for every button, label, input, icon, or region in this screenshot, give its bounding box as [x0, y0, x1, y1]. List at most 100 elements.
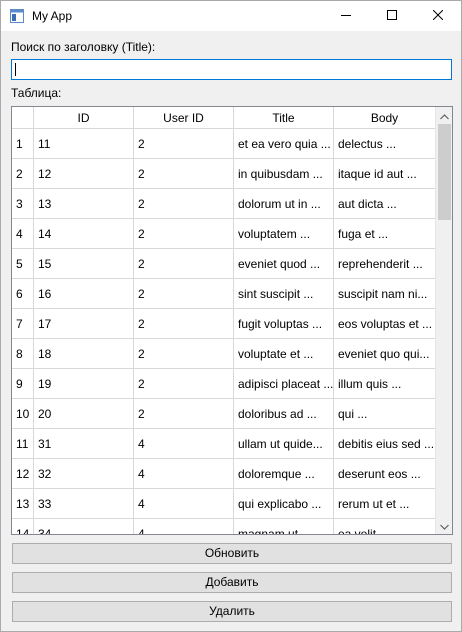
column-header-user-id[interactable]: User ID	[134, 107, 234, 129]
scrollbar-thumb[interactable]	[438, 124, 451, 220]
cell-body[interactable]: illum quis ...	[334, 369, 435, 399]
cell-id[interactable]: 18	[34, 339, 134, 369]
row-number-header[interactable]: 2	[12, 159, 34, 189]
vertical-scrollbar[interactable]	[435, 107, 452, 534]
cell-id[interactable]: 11	[34, 129, 134, 159]
scroll-up-button[interactable]	[436, 107, 452, 124]
table-row[interactable]: 12 32 4 doloremque ... deserunt eos ...	[12, 459, 435, 489]
row-number-header[interactable]: 4	[12, 219, 34, 249]
row-number-header[interactable]: 9	[12, 369, 34, 399]
minimize-button[interactable]	[323, 1, 369, 31]
cell-body[interactable]: reprehenderit ...	[334, 249, 435, 279]
cell-body[interactable]: deserunt eos ...	[334, 459, 435, 489]
row-number-header[interactable]: 3	[12, 189, 34, 219]
cell-title[interactable]: sint suscipit ...	[234, 279, 334, 309]
cell-title[interactable]: voluptate et ...	[234, 339, 334, 369]
column-header-title[interactable]: Title	[234, 107, 334, 129]
table-row[interactable]: 1 11 2 et ea vero quia ... delectus ...	[12, 129, 435, 159]
cell-body[interactable]: qui ...	[334, 399, 435, 429]
table-row[interactable]: 10 20 2 doloribus ad ... qui ...	[12, 399, 435, 429]
table-row[interactable]: 14 34 4 magnam ut ... ea velit ...	[12, 519, 435, 534]
cell-user-id[interactable]: 2	[134, 219, 234, 249]
maximize-button[interactable]	[369, 1, 415, 31]
row-number-header[interactable]: 13	[12, 489, 34, 519]
row-number-header[interactable]: 10	[12, 399, 34, 429]
cell-title[interactable]: in quibusdam ...	[234, 159, 334, 189]
cell-id[interactable]: 14	[34, 219, 134, 249]
table-row[interactable]: 13 33 4 qui explicabo ... rerum ut et ...	[12, 489, 435, 519]
cell-id[interactable]: 12	[34, 159, 134, 189]
cell-title[interactable]: fugit voluptas ...	[234, 309, 334, 339]
cell-user-id[interactable]: 2	[134, 249, 234, 279]
add-button[interactable]: Добавить	[12, 572, 452, 593]
cell-title[interactable]: magnam ut ...	[234, 519, 334, 534]
column-header-id[interactable]: ID	[34, 107, 134, 129]
cell-user-id[interactable]: 2	[134, 399, 234, 429]
cell-user-id[interactable]: 2	[134, 189, 234, 219]
cell-id[interactable]: 20	[34, 399, 134, 429]
cell-user-id[interactable]: 4	[134, 519, 234, 534]
cell-id[interactable]: 33	[34, 489, 134, 519]
cell-id[interactable]: 13	[34, 189, 134, 219]
row-number-header[interactable]: 11	[12, 429, 34, 459]
table-row[interactable]: 9 19 2 adipisci placeat ... illum quis ...	[12, 369, 435, 399]
cell-title[interactable]: dolorum ut in ...	[234, 189, 334, 219]
table-row[interactable]: 5 15 2 eveniet quod ... reprehenderit ...	[12, 249, 435, 279]
cell-body[interactable]: itaque id aut ...	[334, 159, 435, 189]
cell-title[interactable]: et ea vero quia ...	[234, 129, 334, 159]
row-number-header[interactable]: 6	[12, 279, 34, 309]
cell-title[interactable]: doloribus ad ...	[234, 399, 334, 429]
refresh-button[interactable]: Обновить	[12, 543, 452, 564]
posts-table[interactable]: ID User ID Title Body 1 11 2 et ea vero qui…	[11, 106, 453, 535]
title-bar[interactable]: My App	[1, 1, 461, 31]
cell-user-id[interactable]: 2	[134, 159, 234, 189]
cell-body[interactable]: delectus ...	[334, 129, 435, 159]
cell-title[interactable]: voluptatem ...	[234, 219, 334, 249]
cell-user-id[interactable]: 2	[134, 279, 234, 309]
cell-title[interactable]: ullam ut quide...	[234, 429, 334, 459]
row-number-header[interactable]: 12	[12, 459, 34, 489]
cell-user-id[interactable]: 2	[134, 369, 234, 399]
table-row[interactable]: 7 17 2 fugit voluptas ... eos voluptas et ..…	[12, 309, 435, 339]
delete-button[interactable]: Удалить	[12, 601, 452, 622]
cell-body[interactable]: eos voluptas et ...	[334, 309, 435, 339]
cell-body[interactable]: rerum ut et ...	[334, 489, 435, 519]
cell-user-id[interactable]: 4	[134, 489, 234, 519]
row-number-header[interactable]: 7	[12, 309, 34, 339]
cell-body[interactable]: suscipit nam ni...	[334, 279, 435, 309]
table-row[interactable]: 2 12 2 in quibusdam ... itaque id aut ...	[12, 159, 435, 189]
table-corner-button[interactable]	[12, 107, 34, 129]
cell-body[interactable]: debitis eius sed ...	[334, 429, 435, 459]
cell-title[interactable]: qui explicabo ...	[234, 489, 334, 519]
close-button[interactable]	[415, 1, 461, 31]
column-header-body[interactable]: Body	[334, 107, 435, 129]
table-row[interactable]: 6 16 2 sint suscipit ... suscipit nam ni...	[12, 279, 435, 309]
cell-user-id[interactable]: 4	[134, 459, 234, 489]
cell-id[interactable]: 31	[34, 429, 134, 459]
row-number-header[interactable]: 1	[12, 129, 34, 159]
cell-id[interactable]: 17	[34, 309, 134, 339]
table-row[interactable]: 11 31 4 ullam ut quide... debitis eius sed .…	[12, 429, 435, 459]
row-number-header[interactable]: 8	[12, 339, 34, 369]
scroll-down-button[interactable]	[436, 517, 452, 534]
row-number-header[interactable]: 5	[12, 249, 34, 279]
cell-title[interactable]: doloremque ...	[234, 459, 334, 489]
search-input[interactable]	[11, 59, 452, 80]
cell-id[interactable]: 19	[34, 369, 134, 399]
cell-id[interactable]: 16	[34, 279, 134, 309]
cell-user-id[interactable]: 4	[134, 429, 234, 459]
cell-body[interactable]: fuga et ...	[334, 219, 435, 249]
cell-title[interactable]: adipisci placeat ...	[234, 369, 334, 399]
cell-body[interactable]: aut dicta ...	[334, 189, 435, 219]
cell-title[interactable]: eveniet quod ...	[234, 249, 334, 279]
cell-body[interactable]: ea velit ...	[334, 519, 435, 534]
cell-id[interactable]: 15	[34, 249, 134, 279]
table-row[interactable]: 8 18 2 voluptate et ... eveniet quo qui...	[12, 339, 435, 369]
cell-body[interactable]: eveniet quo qui...	[334, 339, 435, 369]
table-row[interactable]: 4 14 2 voluptatem ... fuga et ...	[12, 219, 435, 249]
cell-id[interactable]: 34	[34, 519, 134, 534]
table-row[interactable]: 3 13 2 dolorum ut in ... aut dicta ...	[12, 189, 435, 219]
cell-user-id[interactable]: 2	[134, 339, 234, 369]
cell-user-id[interactable]: 2	[134, 309, 234, 339]
cell-id[interactable]: 32	[34, 459, 134, 489]
